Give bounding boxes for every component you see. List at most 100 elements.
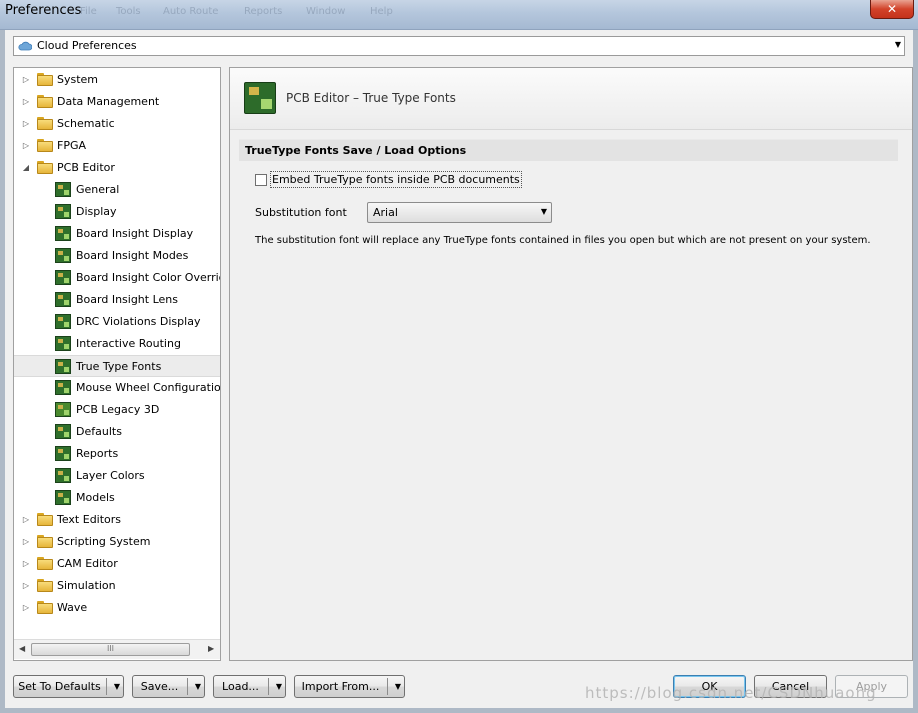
scrollbar-thumb[interactable]: III <box>31 643 190 656</box>
expand-arrow-icon[interactable]: ▷ <box>22 97 30 107</box>
tree-item-pcb-legacy-3d[interactable]: PCB Legacy 3D <box>14 399 220 421</box>
tree-item-general[interactable]: General <box>14 179 220 201</box>
folder-icon <box>37 139 53 152</box>
tree-item-label: Simulation <box>57 579 116 592</box>
preferences-dialog: Cloud Preferences ▼ ▷ System ▷ Data Managem… <box>5 30 913 708</box>
pcb-page-icon <box>55 490 71 505</box>
embed-fonts-label[interactable]: Embed TrueType fonts inside PCB document… <box>270 171 522 188</box>
tree-item-layer-colors[interactable]: Layer Colors <box>14 465 220 487</box>
tree-item-simulation[interactable]: ▷ Simulation <box>14 575 220 597</box>
substitution-font-value: Arial <box>373 206 398 219</box>
dropdown-arrow-icon[interactable]: ▼ <box>276 682 282 691</box>
folder-icon <box>37 161 53 174</box>
tree-item-scripting-system[interactable]: ▷ Scripting System <box>14 531 220 553</box>
expand-arrow-icon[interactable]: ▷ <box>22 141 30 151</box>
pcb-page-icon <box>55 336 71 351</box>
tree-item-board-insight-lens[interactable]: Board Insight Lens <box>14 289 220 311</box>
section-header: TrueType Fonts Save / Load Options <box>239 139 898 161</box>
pcb-board-icon <box>244 82 276 114</box>
dropdown-arrow-icon[interactable]: ▼ <box>114 682 120 691</box>
tree-item-label: True Type Fonts <box>76 360 162 373</box>
settings-page: PCB Editor – True Type Fonts TrueType Fo… <box>229 67 913 661</box>
tree-item-label: Models <box>76 491 115 504</box>
tree-item-label: Mouse Wheel Configuration <box>76 381 221 394</box>
background-menu-item: Auto Route <box>163 6 219 17</box>
load-button[interactable]: Load... ▼ <box>213 675 286 698</box>
dropdown-arrow-icon[interactable]: ▼ <box>395 682 401 691</box>
tree-item-true-type-fonts[interactable]: True Type Fonts <box>14 355 220 377</box>
folder-icon <box>37 117 53 130</box>
tree-horizontal-scrollbar[interactable]: ◀ III ▶ <box>14 639 220 659</box>
preferences-tree[interactable]: ▷ System ▷ Data Management ▷ Schematic ▷ FPGA ◢ P… <box>13 67 221 661</box>
scroll-right-icon[interactable]: ▶ <box>208 644 214 653</box>
tree-item-label: Board Insight Lens <box>76 293 178 306</box>
background-menu-item: Tools <box>116 6 141 17</box>
tree-item-wave[interactable]: ▷ Wave <box>14 597 220 619</box>
pcb-page-icon <box>55 468 71 483</box>
embed-fonts-checkbox[interactable] <box>255 174 267 186</box>
tree-item-pcb-editor[interactable]: ◢ PCB Editor <box>14 157 220 179</box>
cloud-preferences-combo[interactable]: Cloud Preferences ▼ <box>13 36 905 56</box>
close-window-button[interactable]: ✕ <box>870 0 914 19</box>
tree-item-models[interactable]: Models <box>14 487 220 509</box>
cloud-icon <box>18 41 32 51</box>
tree-item-system[interactable]: ▷ System <box>14 69 220 91</box>
pcb-page-icon <box>55 292 71 307</box>
tree-item-data-management[interactable]: ▷ Data Management <box>14 91 220 113</box>
tree-item-board-insight-display[interactable]: Board Insight Display <box>14 223 220 245</box>
watermark-text: https://blog.csdn.net/CSDNhuaong <box>585 684 877 702</box>
tree-item-label: Layer Colors <box>76 469 145 482</box>
folder-icon <box>37 95 53 108</box>
scroll-left-icon[interactable]: ◀ <box>19 644 25 653</box>
background-menu-item: File <box>80 6 97 17</box>
dropdown-arrow-icon[interactable]: ▼ <box>195 682 201 691</box>
expand-arrow-icon[interactable]: ▷ <box>22 119 30 129</box>
tree-item-reports[interactable]: Reports <box>14 443 220 465</box>
tree-item-label: Board Insight Color Overrides <box>76 271 220 284</box>
folder-icon <box>37 513 53 526</box>
tree-item-board-insight-color-overrides[interactable]: Board Insight Color Overrides <box>14 267 220 289</box>
tree-item-label: Scripting System <box>57 535 151 548</box>
pcb-page-icon <box>55 248 71 263</box>
pcb-page-icon <box>55 380 71 395</box>
window-title: Preferences <box>5 3 82 18</box>
folder-icon <box>37 557 53 570</box>
tree-item-cam-editor[interactable]: ▷ CAM Editor <box>14 553 220 575</box>
section-title: TrueType Fonts Save / Load Options <box>245 144 467 157</box>
expand-arrow-icon[interactable]: ▷ <box>22 581 30 591</box>
import-from-button[interactable]: Import From... ▼ <box>294 675 405 698</box>
folder-icon <box>37 535 53 548</box>
page-header: PCB Editor – True Type Fonts <box>230 68 912 130</box>
tree-item-mouse-wheel-configuration[interactable]: Mouse Wheel Configuration <box>14 377 220 399</box>
expand-arrow-icon[interactable]: ▷ <box>22 537 30 547</box>
tree-item-label: Data Management <box>57 95 160 108</box>
expand-arrow-icon[interactable]: ▷ <box>22 515 30 525</box>
collapse-arrow-icon[interactable]: ◢ <box>22 163 30 173</box>
tree-item-display[interactable]: Display <box>14 201 220 223</box>
pcb-page-icon <box>55 424 71 439</box>
chevron-down-icon: ▼ <box>540 207 547 216</box>
tree-item-board-insight-modes[interactable]: Board Insight Modes <box>14 245 220 267</box>
tree-item-label: DRC Violations Display <box>76 315 201 328</box>
set-to-defaults-button[interactable]: Set To Defaults ▼ <box>13 675 124 698</box>
substitution-font-select[interactable]: Arial ▼ <box>367 202 552 223</box>
expand-arrow-icon[interactable]: ▷ <box>22 75 30 85</box>
window-titlebar: Preferences File Tools Auto Route Reports Wi… <box>0 0 918 30</box>
tree-item-label: Display <box>76 205 117 218</box>
save-button[interactable]: Save... ▼ <box>132 675 205 698</box>
expand-arrow-icon[interactable]: ▷ <box>22 603 30 613</box>
folder-icon <box>37 601 53 614</box>
tree-item-schematic[interactable]: ▷ Schematic <box>14 113 220 135</box>
tree-item-fpga[interactable]: ▷ FPGA <box>14 135 220 157</box>
tree-item-label: Defaults <box>76 425 122 438</box>
substitution-description: The substitution font will replace any T… <box>255 235 871 246</box>
tree-item-label: Wave <box>57 601 88 614</box>
tree-item-label: General <box>76 183 120 196</box>
background-menu-item: Help <box>370 6 393 17</box>
chevron-down-icon: ▼ <box>894 40 901 49</box>
expand-arrow-icon[interactable]: ▷ <box>22 559 30 569</box>
tree-item-text-editors[interactable]: ▷ Text Editors <box>14 509 220 531</box>
tree-item-defaults[interactable]: Defaults <box>14 421 220 443</box>
tree-item-interactive-routing[interactable]: Interactive Routing <box>14 333 220 355</box>
tree-item-drc-violations-display[interactable]: DRC Violations Display <box>14 311 220 333</box>
